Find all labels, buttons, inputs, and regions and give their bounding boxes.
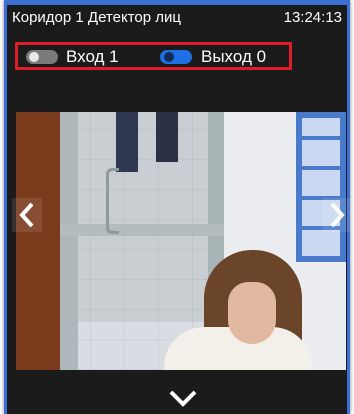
- door-crossbar: [60, 224, 224, 236]
- chevron-down-icon: [169, 390, 197, 407]
- next-camera-button[interactable]: [322, 198, 352, 232]
- chevron-left-icon: [19, 202, 34, 228]
- exit-toggle-label: Выход 0: [201, 47, 267, 66]
- wooden-door: [16, 112, 64, 370]
- panel-left-border: [4, 0, 7, 414]
- expand-down-button[interactable]: [166, 383, 200, 413]
- walking-person-legs: [116, 112, 138, 172]
- camera-video-feed: [16, 112, 346, 370]
- notice-board: [296, 112, 346, 262]
- door-handle: [106, 168, 119, 234]
- panel-top-border: [4, 0, 350, 5]
- camera-time: 13:24:13: [283, 9, 342, 26]
- person-face: [228, 282, 276, 344]
- entry-toggle-knob: [29, 52, 39, 62]
- walking-person-legs-2: [156, 112, 178, 162]
- exit-toggle-knob: [164, 52, 174, 62]
- door-frame-left: [60, 112, 78, 370]
- previous-camera-button[interactable]: [12, 198, 42, 232]
- exit-toggle[interactable]: [160, 50, 192, 64]
- camera-title: Коридор 1 Детектор лиц: [12, 9, 181, 26]
- chevron-right-icon: [330, 202, 345, 228]
- entry-toggle[interactable]: [26, 50, 58, 64]
- toggles-highlight-box: Вход 1 Выход 0: [15, 42, 292, 70]
- title-bar: Коридор 1 Детектор лиц 13:24:13: [12, 9, 342, 31]
- entry-toggle-label: Вход 1: [66, 47, 119, 66]
